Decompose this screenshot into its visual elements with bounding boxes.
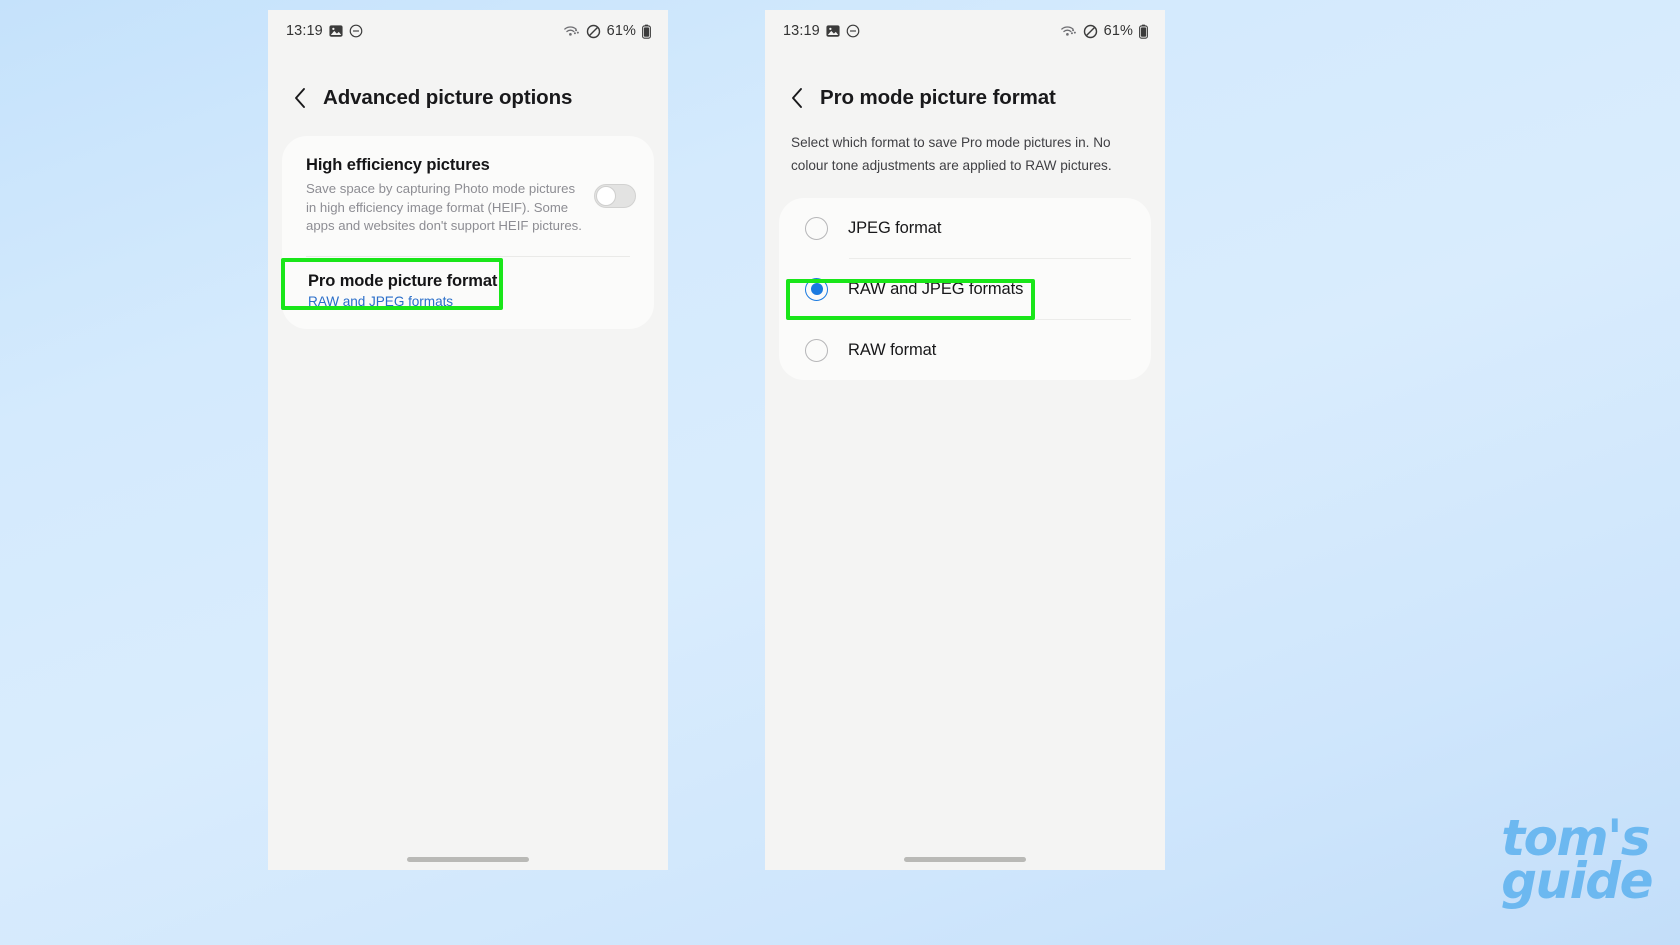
status-bar-right: 13:19 61% xyxy=(765,10,1165,52)
photo-icon xyxy=(329,24,343,38)
title-bar-right: Pro mode picture format xyxy=(765,52,1165,118)
status-bar-clock: 13:19 xyxy=(286,23,323,39)
title-bar-left: Advanced picture options xyxy=(268,52,668,118)
home-indicator-left[interactable] xyxy=(407,857,529,862)
setting-row-pro-mode-picture-format[interactable]: Pro mode picture format RAW and JPEG for… xyxy=(282,257,654,329)
page-title-right: Pro mode picture format xyxy=(820,86,1056,109)
watermark-line-2: guide xyxy=(1501,852,1653,910)
toggle-knob xyxy=(596,185,616,206)
phone-screenshot-left: 13:19 61% Advanced picture options High … xyxy=(268,10,668,870)
radio-option-jpeg-format[interactable]: JPEG format xyxy=(779,198,1151,258)
status-bar-left-group: 13:19 xyxy=(783,23,860,39)
photo-icon xyxy=(826,24,840,38)
radio-option-raw-format[interactable]: RAW format xyxy=(779,320,1151,380)
battery-icon xyxy=(642,24,651,39)
setting-row-high-efficiency-pictures[interactable]: High efficiency pictures Save space by c… xyxy=(282,136,654,256)
mute-icon xyxy=(1083,24,1098,39)
wifi-icon xyxy=(563,25,580,38)
radio-label: RAW and JPEG formats xyxy=(848,279,1024,298)
do-not-disturb-icon xyxy=(349,24,363,38)
setting-text-block: High efficiency pictures Save space by c… xyxy=(306,156,584,236)
status-bar-left-group: 13:19 xyxy=(286,23,363,39)
back-icon[interactable] xyxy=(787,85,807,111)
radio-label: JPEG format xyxy=(848,218,942,237)
radio-option-raw-and-jpeg-formats[interactable]: RAW and JPEG formats xyxy=(779,259,1151,319)
radio-icon-selected[interactable] xyxy=(805,277,828,301)
home-indicator-right[interactable] xyxy=(904,857,1026,862)
settings-card-left: High efficiency pictures Save space by c… xyxy=(282,136,654,329)
back-icon[interactable] xyxy=(290,85,310,111)
setting-value-pro-mode-format: RAW and JPEG formats xyxy=(308,293,454,309)
format-options-card: JPEG format RAW and JPEG formats RAW for… xyxy=(779,198,1151,380)
status-bar-clock: 13:19 xyxy=(783,23,820,39)
status-bar-right-group: 61% xyxy=(563,23,651,39)
toggle-high-efficiency-pictures[interactable] xyxy=(594,183,636,208)
battery-percent-label: 61% xyxy=(606,23,636,39)
setting-title-high-efficiency: High efficiency pictures xyxy=(306,156,490,174)
toms-guide-watermark: tom's guide xyxy=(1501,813,1653,910)
phone-screenshot-right: 13:19 61% Pro mode picture format Select… xyxy=(765,10,1165,870)
status-bar-right-group: 61% xyxy=(1060,23,1148,39)
wifi-icon xyxy=(1060,25,1077,38)
radio-icon[interactable] xyxy=(805,338,828,362)
battery-percent-label: 61% xyxy=(1103,23,1133,39)
page-title-left: Advanced picture options xyxy=(323,86,573,109)
setting-link-block[interactable]: Pro mode picture format RAW and JPEG for… xyxy=(306,270,499,312)
page-description-right: Select which format to save Pro mode pic… xyxy=(791,135,1112,173)
mute-icon xyxy=(586,24,601,39)
battery-icon xyxy=(1139,24,1148,39)
do-not-disturb-icon xyxy=(846,24,860,38)
radio-label: RAW format xyxy=(848,340,937,359)
radio-icon[interactable] xyxy=(805,216,828,240)
setting-description-high-efficiency: Save space by capturing Photo mode pictu… xyxy=(306,181,582,234)
setting-title-pro-mode-format: Pro mode picture format xyxy=(308,271,498,290)
status-bar-left: 13:19 61% xyxy=(268,10,668,52)
